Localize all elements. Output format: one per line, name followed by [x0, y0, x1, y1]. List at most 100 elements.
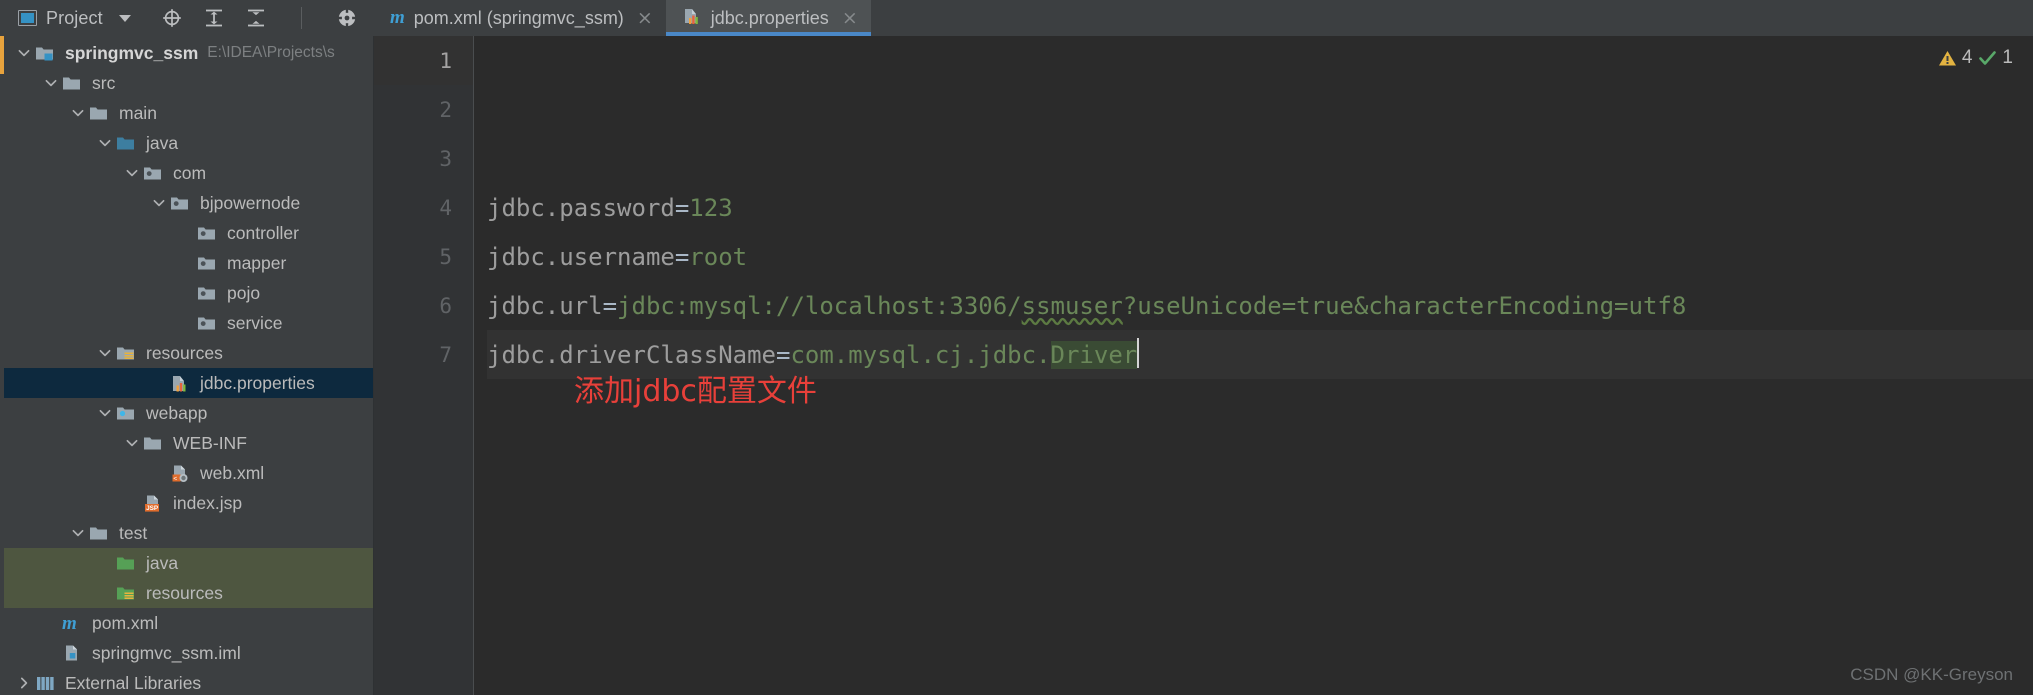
tab-pom-xml[interactable]: m pom.xml (springmvc_ssm) ×	[374, 0, 666, 36]
tree-item-java[interactable]: java	[0, 548, 373, 578]
line-number: 6	[439, 293, 452, 318]
settings-gear-icon[interactable]	[335, 7, 358, 29]
chevron-down-icon[interactable]	[70, 105, 86, 121]
tree-item-pom-xml[interactable]: m pom.xml	[0, 608, 373, 638]
tree-item-label: com	[173, 162, 207, 183]
tree-item-external-libraries[interactable]: External Libraries	[0, 668, 373, 695]
chevron-down-icon[interactable]	[151, 195, 167, 211]
tree-item-path: E:\IDEA\Projects\s	[207, 44, 335, 61]
code-line[interactable]	[487, 134, 2033, 183]
chevron-down-icon[interactable]	[43, 75, 59, 91]
property-value: root	[689, 242, 748, 271]
code-editor[interactable]: 1234567 jdbc.password = 123 jdbc.username = r…	[374, 36, 2033, 695]
svg-text:<: <	[173, 475, 177, 482]
chevron-down-icon[interactable]	[97, 345, 113, 361]
ok-indicator[interactable]: 1	[1978, 47, 2013, 69]
text-caret	[1137, 337, 1140, 368]
tree-item-mapper[interactable]: mapper	[0, 248, 373, 278]
main-body: springmvc_ssm E:\IDEA\Projects\s src main ja…	[0, 36, 2033, 695]
tree-item-index-jsp[interactable]: JSP index.jsp	[0, 488, 373, 518]
property-value-warning: ssmuser	[1021, 291, 1123, 320]
chevron-down-icon[interactable]	[124, 435, 140, 451]
tree-item-com[interactable]: com	[0, 158, 373, 188]
tree-item-springmvc-ssm-iml[interactable]: springmvc_ssm.iml	[0, 638, 373, 668]
tree-item-src[interactable]: src	[0, 68, 373, 98]
project-view-selector[interactable]: Project	[14, 6, 135, 31]
tree-item-java[interactable]: java	[0, 128, 373, 158]
tree-item-test[interactable]: test	[0, 518, 373, 548]
tree-item-label: java	[146, 552, 179, 573]
tree-toggle[interactable]	[95, 134, 114, 153]
tree-toggle[interactable]	[41, 74, 60, 93]
tree-item-icon	[197, 314, 219, 333]
code-line[interactable]: jdbc.url = jdbc:mysql://localhost:3306/ssm…	[487, 281, 2033, 330]
intellij-idea-window: Project m pom.xml (springmvc_ssm) × jdbc…	[0, 0, 2033, 695]
toolbar-divider	[300, 7, 302, 29]
jsp-file-icon: JSP	[145, 495, 159, 512]
tree-item-label: External Libraries	[65, 672, 202, 693]
tree-toggle[interactable]	[122, 164, 141, 183]
web-root-folder-icon	[117, 407, 134, 420]
tree-toggle[interactable]	[68, 524, 87, 543]
tree-item-springmvc-ssm[interactable]: springmvc_ssm E:\IDEA\Projects\s	[0, 38, 373, 68]
tree-item-web-xml[interactable]: < web.xml	[0, 458, 373, 488]
tree-item-main[interactable]: main	[0, 98, 373, 128]
code-content-area[interactable]: jdbc.password = 123 jdbc.username = root jdbc.…	[474, 36, 2033, 695]
tree-toggle[interactable]	[14, 674, 33, 693]
tree-item-resources[interactable]: resources	[0, 338, 373, 368]
tree-toggle[interactable]	[149, 194, 168, 213]
line-number-gutter: 1 2 3 4 5 6 7	[374, 36, 474, 695]
inspection-widget[interactable]: 4 1	[1938, 47, 2013, 69]
locate-icon[interactable]	[161, 7, 183, 29]
tree-item-web-inf[interactable]: WEB-INF	[0, 428, 373, 458]
package-icon	[198, 227, 215, 240]
collapse-all-icon[interactable]	[245, 7, 267, 29]
tree-toggle[interactable]	[122, 434, 141, 453]
tree-toggle[interactable]	[14, 44, 33, 63]
tree-item-webapp[interactable]: webapp	[0, 398, 373, 428]
chevron-down-icon[interactable]	[16, 45, 32, 61]
chevron-down-icon[interactable]	[97, 405, 113, 421]
tree-item-resources[interactable]: resources	[0, 578, 373, 608]
code-line[interactable]: jdbc.password = 123	[487, 183, 2033, 232]
warning-indicator[interactable]: 4	[1938, 47, 1973, 69]
tree-toggle[interactable]	[95, 344, 114, 363]
package-icon	[198, 317, 215, 330]
project-window-icon	[18, 10, 37, 26]
tree-toggle[interactable]	[68, 104, 87, 123]
expand-all-icon[interactable]	[203, 7, 225, 29]
resource-root-folder-icon	[117, 347, 134, 360]
tab-jdbc-properties[interactable]: jdbc.properties ×	[665, 0, 871, 36]
iml-file-icon	[66, 645, 77, 660]
chevron-down-icon[interactable]	[70, 525, 86, 541]
tree-item-controller[interactable]: controller	[0, 218, 373, 248]
tree-item-icon	[197, 254, 219, 273]
package-icon	[198, 257, 215, 270]
tree-item-jdbc-properties[interactable]: jdbc.properties	[0, 368, 373, 398]
chevron-down-icon[interactable]	[124, 165, 140, 181]
property-value-post: ?useUnicode=true&characterEncoding=utf8	[1122, 291, 1687, 320]
close-icon[interactable]: ×	[842, 8, 858, 28]
code-line[interactable]: jdbc.username = root	[487, 232, 2033, 281]
tree-item-service[interactable]: service	[0, 308, 373, 338]
tree-item-bjpowernode[interactable]: bjpowernode	[0, 188, 373, 218]
warning-count: 4	[1961, 47, 1973, 68]
close-icon[interactable]: ×	[637, 8, 653, 28]
code-line[interactable]	[487, 36, 2033, 85]
tree-item-label: test	[119, 522, 148, 543]
code-line[interactable]	[487, 85, 2033, 134]
red-annotation-text: 添加jdbc配置文件	[574, 374, 817, 409]
tree-item-icon	[116, 404, 138, 423]
test-source-root-folder-icon	[117, 557, 134, 570]
line-number: 2	[439, 97, 452, 122]
tree-item-icon	[89, 104, 111, 123]
package-icon	[171, 197, 188, 210]
tree-item-label: WEB-INF	[173, 432, 247, 453]
tree-item-pojo[interactable]: pojo	[0, 278, 373, 308]
chevron-down-icon[interactable]	[97, 135, 113, 151]
tree-item-icon	[170, 374, 192, 393]
properties-file-icon	[173, 375, 186, 391]
chevron-right-icon[interactable]	[16, 675, 32, 691]
warning-triangle-icon	[1938, 50, 1956, 65]
tree-toggle[interactable]	[95, 404, 114, 423]
